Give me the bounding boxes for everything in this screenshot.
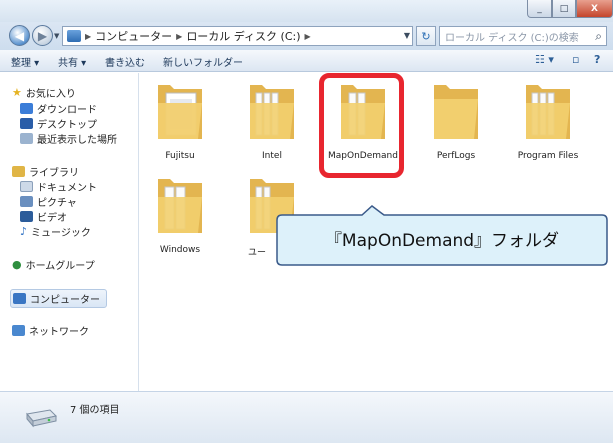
breadcrumb-separator[interactable]: ▶ [305, 32, 311, 41]
close-button[interactable]: X [576, 0, 613, 18]
nav-label: ダウンロード [37, 105, 97, 116]
star-icon: ★ [12, 86, 22, 99]
folder-label: Intel [262, 151, 282, 161]
videos-icon [20, 211, 33, 222]
recent-places-icon [20, 133, 33, 144]
nav-label: ミュージック [31, 228, 91, 239]
refresh-button[interactable]: ↻ [416, 26, 436, 46]
nav-homegroup[interactable]: ● ホームグループ [12, 257, 95, 272]
search-placeholder: ローカル ディスク (C:)の検索 [445, 32, 579, 44]
computer-icon [13, 293, 26, 304]
preview-pane-button[interactable]: ▫ [572, 53, 579, 66]
folder-icon [434, 85, 478, 139]
maximize-button[interactable]: □ [552, 0, 576, 18]
nav-pictures[interactable]: ピクチャ [20, 194, 77, 209]
share-menu[interactable]: 共有 ▾ [58, 54, 86, 69]
minimize-button[interactable]: _ [527, 0, 552, 18]
nav-label: ピクチャ [37, 198, 77, 209]
hard-disk-icon [26, 409, 58, 428]
folder-intel[interactable]: Intel [234, 79, 310, 171]
organize-menu[interactable]: 整理 ▾ [11, 54, 39, 69]
folder-icon [526, 85, 570, 139]
command-bar: 整理 ▾ 共有 ▾ 書き込む 新しいフォルダー ☷ ▾ ▫ ? [0, 50, 613, 72]
homegroup-icon: ● [12, 258, 22, 271]
computer-icon [67, 30, 81, 42]
change-view-button[interactable]: ☷ ▾ [535, 53, 554, 66]
nav-desktop[interactable]: デスクトップ [20, 116, 97, 131]
item-count: 7 個の項目 [70, 405, 120, 416]
nav-videos[interactable]: ビデオ [20, 209, 67, 224]
music-icon: ♪ [20, 225, 28, 238]
address-row: ◀ ▶ ▼ ▶ コンピューター ▶ ローカル ディスク (C:) ▶ ▼ ↻ ロ… [0, 22, 613, 50]
nav-label: ライブラリ [29, 168, 79, 179]
callout-bubble: 『MapOnDemand』フォルダ [276, 205, 608, 266]
breadcrumb-separator[interactable]: ▶ [85, 32, 91, 41]
nav-documents[interactable]: ドキュメント [20, 179, 97, 194]
search-input[interactable]: ローカル ディスク (C:)の検索 ⌕ [439, 26, 607, 46]
nav-libraries[interactable]: ライブラリ [12, 164, 79, 179]
mapondemand-highlight [319, 73, 404, 178]
nav-downloads[interactable]: ダウンロード [20, 101, 97, 116]
address-bar[interactable]: ▶ コンピューター ▶ ローカル ディスク (C:) ▶ ▼ [62, 26, 413, 46]
nav-label: ドキュメント [37, 183, 97, 194]
breadcrumb-computer[interactable]: コンピューター [95, 28, 172, 44]
folder-label: Program Files [517, 151, 579, 161]
nav-label: ネットワーク [29, 327, 89, 338]
details-pane: 7 個の項目 [0, 391, 613, 443]
address-dropdown[interactable]: ▼ [404, 31, 410, 40]
nav-network[interactable]: ネットワーク [12, 323, 89, 338]
folder-windows[interactable]: Windows [142, 173, 218, 265]
folder-perflogs[interactable]: PerfLogs [418, 79, 494, 171]
nav-label: コンピューター [30, 295, 100, 306]
folder-fujitsu[interactable]: Fujitsu [142, 79, 218, 171]
folder-icon [250, 85, 294, 139]
nav-label: ホームグループ [25, 261, 95, 272]
folder-label: Windows [159, 245, 201, 255]
folder-icon [158, 179, 202, 233]
nav-recent[interactable]: 最近表示した場所 [20, 131, 117, 146]
new-folder-button[interactable]: 新しいフォルダー [163, 54, 243, 69]
nav-label: お気に入り [25, 89, 76, 100]
breadcrumb-separator[interactable]: ▶ [176, 32, 182, 41]
libraries-icon [12, 166, 25, 177]
forward-button[interactable]: ▶ [32, 25, 53, 46]
burn-button[interactable]: 書き込む [105, 54, 145, 69]
explorer-window: _ □ X ◀ ▶ ▼ ▶ コンピューター ▶ ローカル ディスク (C:) ▶… [0, 0, 613, 443]
nav-label: ビデオ [37, 213, 67, 224]
folder-label: PerfLogs [436, 151, 476, 161]
callout-text: 『MapOnDemand』フォルダ [324, 231, 560, 251]
nav-favorites[interactable]: ★ お気に入り [12, 85, 76, 100]
folder-icon [158, 85, 202, 139]
pictures-icon [20, 196, 33, 207]
folder-label: Fujitsu [165, 151, 195, 161]
nav-label: 最近表示した場所 [37, 135, 117, 146]
documents-icon [20, 181, 33, 192]
downloads-icon [20, 103, 33, 114]
search-icon[interactable]: ⌕ [595, 29, 602, 44]
breadcrumb-local-disk[interactable]: ローカル ディスク (C:) [186, 28, 300, 44]
title-bar: _ □ X [0, 0, 613, 22]
nav-computer[interactable]: コンピューター [10, 289, 107, 308]
navigation-pane: ★ お気に入り ダウンロード デスクトップ 最近表示した場所 ライブラリ ドキュ… [0, 73, 139, 391]
nav-music[interactable]: ♪ ミュージック [20, 224, 91, 239]
network-icon [12, 325, 25, 336]
recent-pages-dropdown[interactable]: ▼ [54, 32, 59, 40]
help-button[interactable]: ? [594, 53, 600, 66]
nav-label: デスクトップ [37, 120, 97, 131]
back-button[interactable]: ◀ [9, 25, 30, 46]
desktop-icon [20, 118, 33, 129]
folder-program-files[interactable]: Program Files [510, 79, 586, 171]
